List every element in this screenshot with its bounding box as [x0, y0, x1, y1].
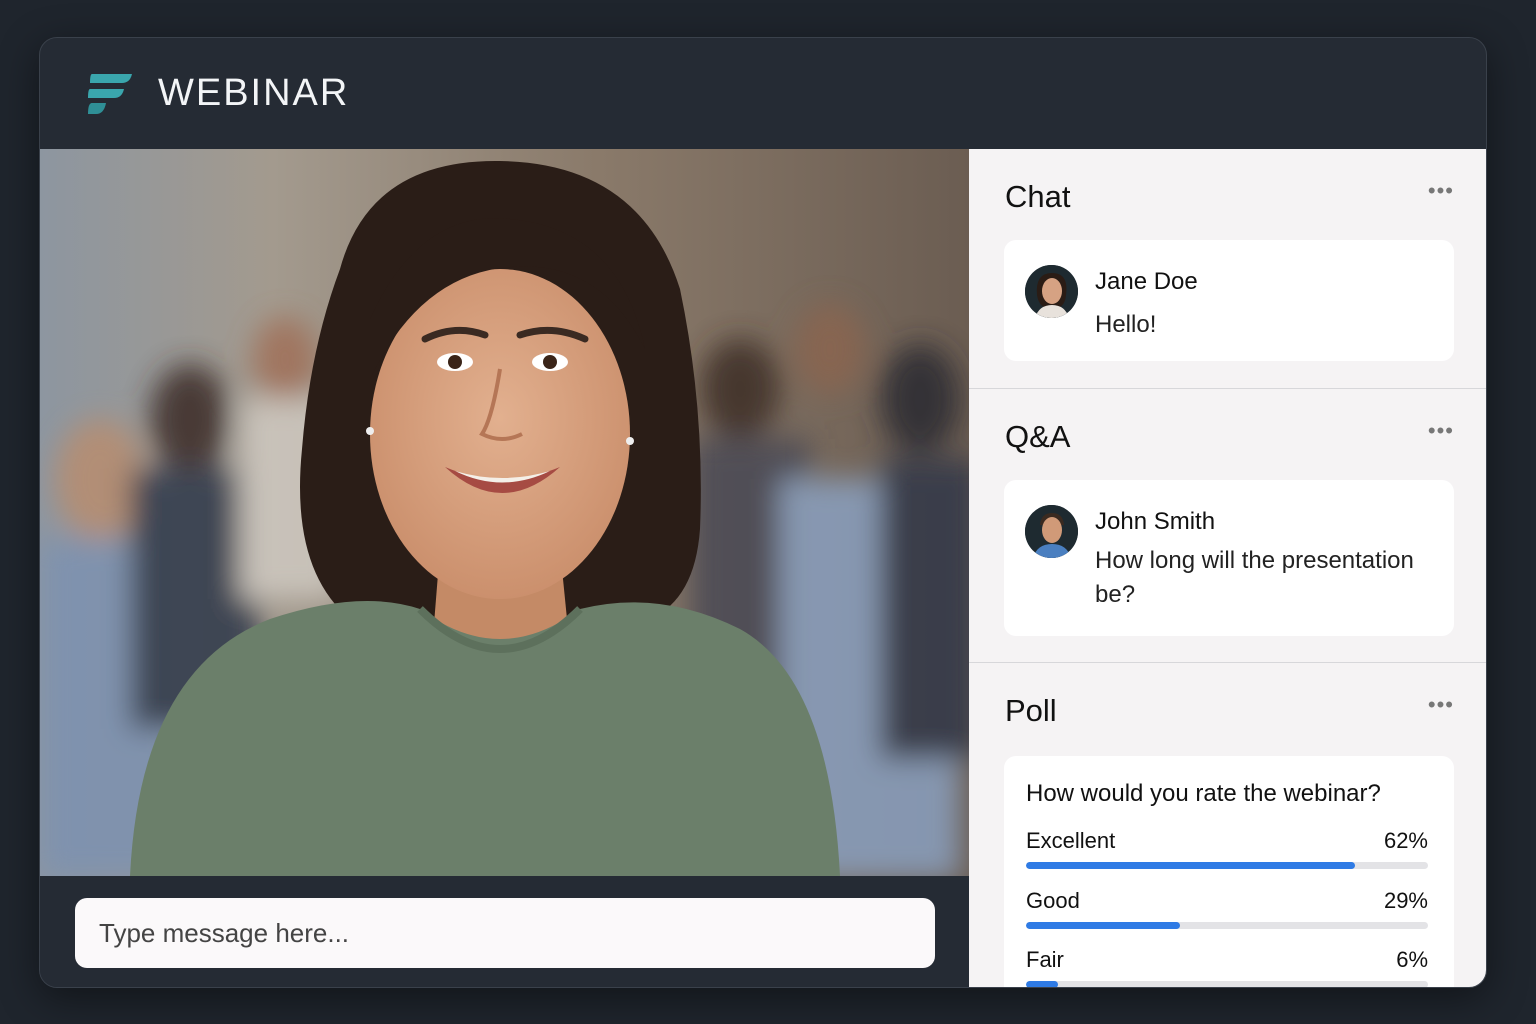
side-panel: Chat ••• Jane Doe Hello! Q&A ••• John Sm… — [969, 149, 1486, 987]
more-dots-icon[interactable]: ••• — [1428, 694, 1454, 716]
poll-bar-fill — [1026, 862, 1355, 869]
poll-option-label: Excellent — [1026, 828, 1116, 853]
presenter-video — [40, 149, 969, 876]
chat-message: Jane Doe Hello! — [1004, 240, 1454, 361]
poll-option-label: Good — [1026, 888, 1080, 913]
chat-author: Jane Doe — [1095, 268, 1198, 295]
poll-option-percent: 62% — [1383, 828, 1428, 853]
avatar — [1025, 505, 1078, 558]
poll-title: Poll — [1005, 693, 1057, 728]
more-dots-icon[interactable]: ••• — [1428, 180, 1454, 202]
qa-title: Q&A — [1005, 419, 1071, 454]
avatar — [1025, 265, 1078, 318]
chat-section: Chat ••• Jane Doe Hello! — [969, 149, 1486, 389]
chat-text: Hello! — [1095, 311, 1157, 338]
poll-option-percent: 29% — [1383, 888, 1428, 913]
message-input[interactable] — [75, 898, 935, 968]
poll-section: Poll ••• How would you rate the webinar?… — [969, 663, 1486, 987]
poll-bar-fill — [1026, 922, 1180, 929]
poll-bar-track — [1026, 981, 1428, 987]
poll-card: How would you rate the webinar? Excellen… — [1004, 756, 1454, 987]
poll-bar-track — [1026, 862, 1428, 869]
qa-section: Q&A ••• John Smith How long will the pre… — [969, 389, 1486, 663]
poll-bar-fill — [1026, 981, 1058, 987]
poll-question: How would you rate the webinar? — [1026, 780, 1381, 807]
chat-title: Chat — [1005, 179, 1071, 214]
qa-question: John Smith How long will the presentatio… — [1004, 480, 1454, 636]
poll-bar-track — [1026, 922, 1428, 929]
app-brand: WEBINAR — [158, 72, 350, 114]
qa-author: John Smith — [1095, 508, 1216, 535]
qa-text: How long will the presentation be? — [1095, 547, 1414, 608]
more-dots-icon[interactable]: ••• — [1428, 420, 1454, 442]
composer-bar — [40, 876, 969, 987]
app-header: WEBINAR — [40, 38, 1486, 149]
poll-option-label: Fair — [1026, 947, 1064, 972]
webinar-logo-icon — [88, 73, 132, 114]
poll-option-percent: 6% — [1396, 947, 1428, 972]
webinar-window: WEBINAR Type message here... Chat ••• Ja… — [39, 37, 1487, 988]
